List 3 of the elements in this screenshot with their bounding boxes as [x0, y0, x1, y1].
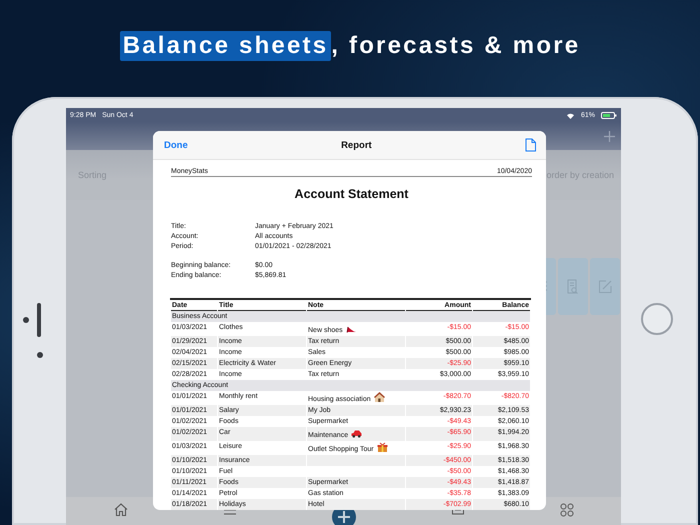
headline: Balance sheets, forecasts & more: [120, 32, 580, 60]
sheet-title: Report: [341, 140, 372, 150]
report-title: Account Statement: [294, 187, 410, 201]
